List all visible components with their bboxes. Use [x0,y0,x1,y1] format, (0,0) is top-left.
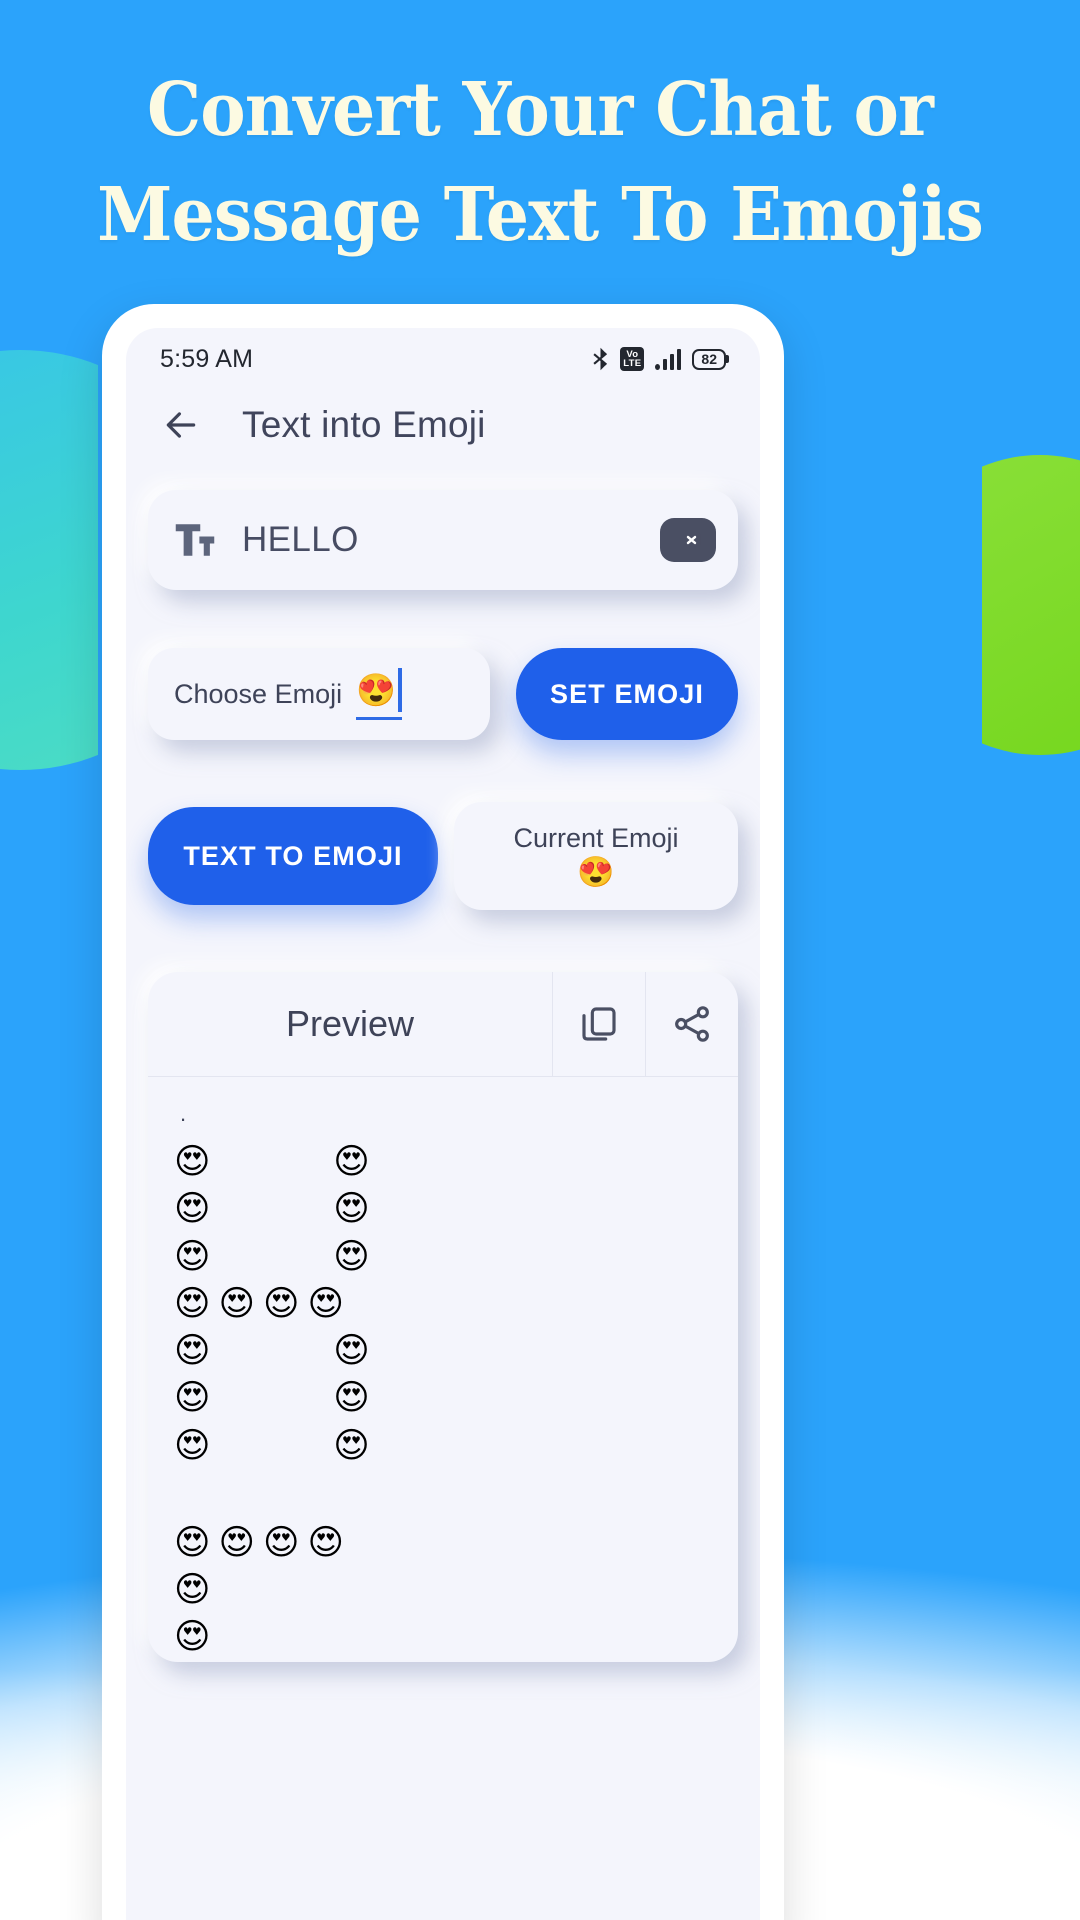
share-icon [675,1006,709,1042]
headline-line-2: Message Text To Emojis [97,172,984,259]
clear-backspace-icon[interactable] [660,518,716,562]
preview-leading-dot: . [180,1101,187,1126]
app-bar: Text into Emoji [126,390,760,456]
status-bar: 5:59 AM Vo LTE 82 [126,328,760,390]
set-emoji-button[interactable]: SET EMOJI [516,648,738,740]
battery-icon: 82 [692,348,726,370]
page-title: Text into Emoji [242,404,486,445]
volte-icon: Vo LTE [620,347,645,371]
text-cursor [397,668,402,712]
phone-mockup: 5:59 AM Vo LTE 82 Text into Emoji HELLO … [102,304,784,1920]
emoji-art-letter-e: 😍😍😍😍 😍 😍 [174,1520,712,1662]
text-format-icon [175,524,215,556]
emoji-art-row: 😍😍😍😍 [174,1522,352,1563]
text-input-section: HELLO [126,490,760,590]
choose-emoji-card[interactable]: Choose Emoji 😍 [148,648,490,740]
choose-emoji-input[interactable]: 😍 [356,668,402,720]
preview-card: Preview . 😍 😍 😍 😍 😍 😍 😍😍😍😍 😍 😍 😍 😍 😍 😍 😍… [148,972,738,1662]
emoji-art-row: 😍 [174,1570,219,1610]
preview-body: . 😍 😍 😍 😍 😍 😍 😍😍😍😍 😍 😍 😍 😍 😍 😍 😍😍😍� [148,1076,738,1662]
share-button[interactable] [645,972,738,1076]
back-arrow-icon[interactable] [162,406,200,444]
emoji-art-row: 😍 😍 [174,1142,378,1182]
emoji-art-row: 😍 😍 [174,1378,378,1419]
action-row: TEXT TO EMOJI Current Emoji 😍 [126,802,760,910]
preview-section: Preview . 😍 😍 😍 😍 😍 😍 😍😍😍😍 😍 😍 😍 😍 😍 😍 😍… [126,972,760,1662]
choose-emoji-value: 😍 [356,672,396,708]
status-icon-group: Vo LTE 82 [592,347,726,371]
preview-title: Preview [285,1003,415,1044]
current-emoji-label: Current Emoji [513,823,679,853]
choose-emoji-label: Choose Emoji [174,678,343,709]
emoji-art-row: 😍 😍 [174,1189,378,1230]
signal-bars-icon [655,348,682,370]
headline-line-1: Convert Your Chat or [147,67,934,153]
emoji-art-row: 😍 😍 [174,1425,378,1466]
bluetooth-icon [593,347,608,371]
copy-icon [582,1007,616,1041]
emoji-selection-row: Choose Emoji 😍 SET EMOJI [126,648,760,740]
text-to-emoji-button[interactable]: TEXT TO EMOJI [148,807,438,905]
input-underline [356,717,402,720]
emoji-art-letter-h: 😍 😍 😍 😍 😍 😍 😍😍😍😍 😍 😍 😍 😍 😍 😍 [174,1139,712,1470]
text-input-card[interactable]: HELLO [148,490,738,590]
current-emoji-value: 😍 [577,856,615,889]
promo-headline: Convert Your Chat or Message Text To Emo… [43,58,1037,268]
current-emoji-card: Current Emoji 😍 [454,802,738,910]
volte-bottom-label: LTE [623,358,642,369]
emoji-art-row: 😍 [174,1617,219,1658]
emoji-art-spacer [174,1470,712,1506]
emoji-art-row: 😍 😍 [174,1236,378,1277]
app-screen: 5:59 AM Vo LTE 82 Text into Emoji HELLO … [126,328,760,1920]
emoji-art-row: 😍 😍 [174,1331,378,1371]
text-input-value[interactable]: HELLO [242,520,634,560]
preview-header: Preview [148,972,738,1076]
copy-button[interactable] [552,972,645,1076]
emoji-art-row: 😍😍😍😍 [174,1283,352,1324]
status-time: 5:59 AM [160,344,254,373]
